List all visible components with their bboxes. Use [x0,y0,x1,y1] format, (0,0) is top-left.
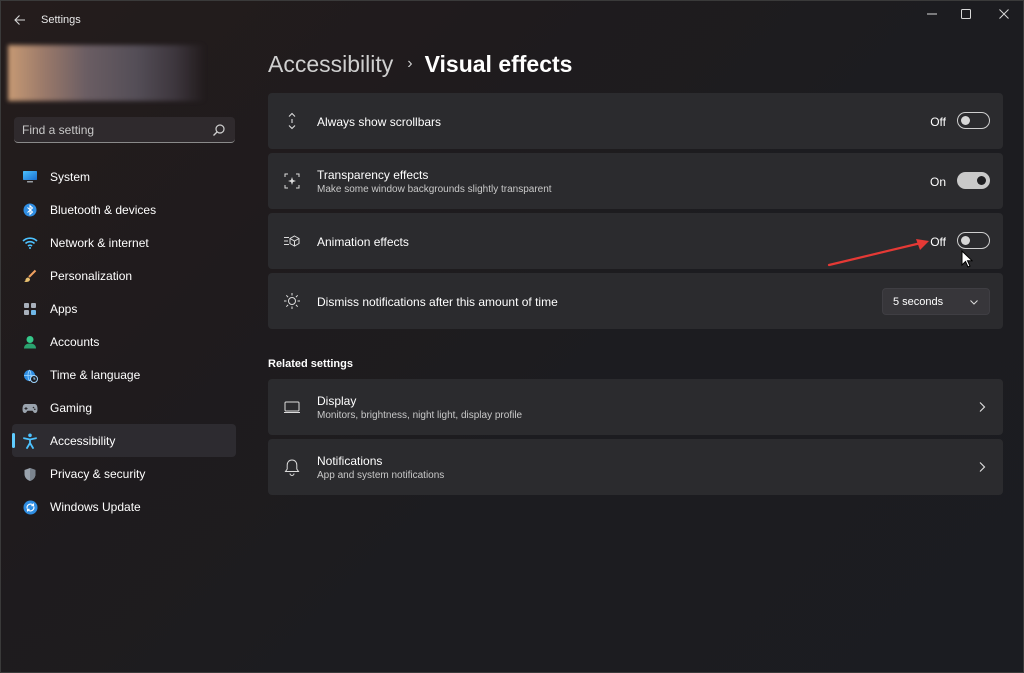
setting-title: Display [317,394,357,408]
setting-title: Always show scrollbars [317,115,442,129]
setting-card-notification-timeout: Dismiss notifications after this amount … [268,273,1003,329]
setting-title: Dismiss notifications after this amount … [317,295,558,309]
shield-icon [22,466,38,482]
app-title: Settings [41,14,81,26]
sidebar-item-label: Time & language [50,368,141,382]
setting-description: Monitors, brightness, night light, displ… [317,410,523,421]
setting-card-scrollbars: Always show scrollbars Off [268,93,1003,149]
breadcrumb-separator: › [407,55,413,72]
brush-icon [22,268,38,284]
back-arrow-icon [14,15,25,25]
bluetooth-icon [22,202,38,218]
sidebar-item-accounts[interactable]: Accounts [12,325,236,358]
brightness-sun-icon [282,291,302,311]
update-icon [22,499,38,515]
wifi-icon [22,235,38,251]
related-card-notifications[interactable]: Notifications App and system notificatio… [268,439,1003,495]
transparency-toggle[interactable] [957,172,990,189]
toggle-knob [977,176,986,185]
sidebar-nav: System Bluetooth & devices Network & int… [12,160,236,523]
notification-timeout-dropdown[interactable]: 5 seconds [882,288,990,315]
sidebar-item-privacy[interactable]: Privacy & security [12,457,236,490]
chevron-right-icon [979,402,986,412]
transparency-sparkle-icon [282,171,302,191]
sidebar-item-label: Accounts [50,335,100,349]
chevron-down-icon [970,300,978,305]
animation-toggle[interactable] [957,232,990,249]
animation-effects-icon [282,231,302,251]
close-icon [999,9,1009,19]
breadcrumb: Accessibility › Visual effects [268,48,572,80]
sidebar-item-label: Bluetooth & devices [50,203,157,217]
title-bar: Settings [0,0,1024,40]
apps-icon [22,301,38,317]
search-input[interactable] [14,117,204,142]
maximize-button[interactable] [948,0,984,28]
close-button[interactable] [986,0,1022,28]
toggle-state-label: Off [930,115,946,129]
minimize-icon [927,13,937,15]
page-title: Visual effects [424,50,573,77]
scrollbar-arrows-icon [282,111,302,131]
sidebar-item-system[interactable]: System [12,160,236,193]
sidebar-item-label: Accessibility [50,434,116,448]
toggle-knob [961,116,970,125]
breadcrumb-parent-link[interactable]: Accessibility [268,51,393,78]
related-settings-header: Related settings [268,358,353,370]
minimize-button[interactable] [914,0,950,28]
sidebar-item-bluetooth[interactable]: Bluetooth & devices [12,193,236,226]
accessibility-icon [22,433,38,449]
dropdown-selected-value: 5 seconds [893,296,944,308]
bell-icon [282,457,302,477]
maximize-icon [961,9,971,19]
setting-title: Transparency effects [317,168,429,182]
sidebar-item-label: Windows Update [50,500,141,514]
user-profile-blurred[interactable] [8,45,205,101]
sidebar-item-personalization[interactable]: Personalization [12,259,236,292]
sidebar-item-label: Personalization [50,269,133,283]
account-icon [22,334,38,350]
sidebar-item-label: Apps [50,302,78,316]
gamepad-icon [22,400,38,416]
mouse-cursor-icon [961,250,973,268]
search-icon[interactable] [212,123,226,137]
monitor-icon [282,397,302,417]
search-box[interactable] [14,117,235,143]
sidebar-item-label: Privacy & security [50,467,146,481]
chevron-right-icon [979,462,986,472]
sidebar-item-network[interactable]: Network & internet [12,226,236,259]
back-button[interactable] [8,8,32,32]
sidebar-item-time-language[interactable]: Time & language [12,358,236,391]
toggle-knob [961,236,970,245]
sidebar-item-accessibility[interactable]: Accessibility [12,424,236,457]
annotation-arrow [827,239,929,267]
globe-clock-icon [22,367,38,383]
setting-card-transparency: Transparency effects Make some window ba… [268,153,1003,209]
sidebar-item-label: Gaming [50,401,93,415]
setting-description: Make some window backgrounds slightly tr… [317,184,552,195]
sidebar-item-label: System [50,170,91,184]
sidebar-item-apps[interactable]: Apps [12,292,236,325]
sidebar-item-label: Network & internet [50,236,149,250]
setting-title: Animation effects [317,235,409,249]
system-icon [22,169,38,185]
scrollbars-toggle[interactable] [957,112,990,129]
sidebar-item-gaming[interactable]: Gaming [12,391,236,424]
toggle-state-label: On [929,175,946,189]
sidebar-item-windows-update[interactable]: Windows Update [12,490,236,523]
related-card-display[interactable]: Display Monitors, brightness, night ligh… [268,379,1003,435]
setting-title: Notifications [317,454,383,468]
setting-description: App and system notifications [317,470,445,481]
